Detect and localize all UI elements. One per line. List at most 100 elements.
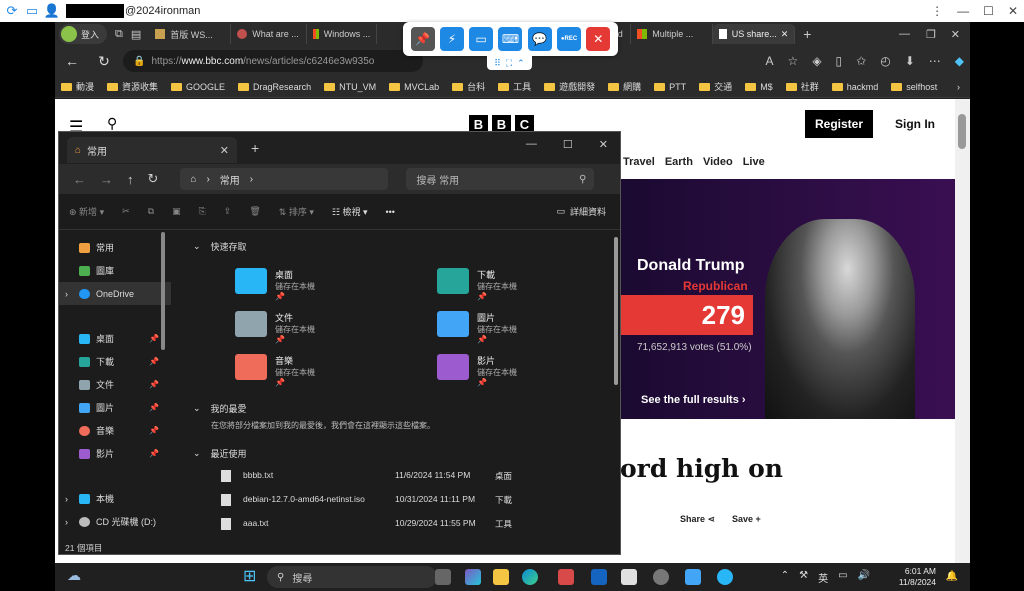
nav-travel[interactable]: Travel [623, 156, 655, 168]
collapse-icon[interactable]: ⌃ [517, 58, 525, 69]
up-icon[interactable]: ↑ [127, 172, 134, 187]
fullscreen-icon[interactable]: ⛶ [506, 58, 512, 69]
sidebar-item-gallery[interactable]: 圖庫 [59, 259, 171, 282]
new-button[interactable]: ⊕ 新增 ▾ [69, 205, 104, 218]
back-icon[interactable]: ← [61, 53, 83, 69]
bookmark-folder[interactable]: PTT [654, 82, 686, 92]
favorites-header[interactable]: ⌄ 我的最愛 [193, 402, 247, 415]
keyboard-icon[interactable]: ⌨ [498, 27, 523, 51]
chat-icon[interactable]: 💬 [527, 27, 552, 51]
bookmark-folder[interactable]: 工具 [498, 80, 531, 93]
chevron-up-icon[interactable]: ⌃ [781, 570, 789, 585]
bookmark-folder[interactable]: 交通 [699, 80, 732, 93]
chevron-right-icon[interactable]: › [65, 289, 68, 299]
refresh-icon[interactable]: ↻ [148, 171, 159, 187]
new-tab-icon[interactable]: + [251, 140, 259, 156]
close-icon[interactable]: ✕ [599, 138, 608, 151]
forward-icon[interactable]: → [100, 172, 113, 187]
split-screen-icon[interactable]: ▯ [836, 54, 843, 68]
sort-button[interactable]: ⇅ 排序 ▾ [279, 205, 314, 218]
save-button[interactable]: Save + [732, 514, 761, 524]
view-button[interactable]: ☷ 檢視 ▾ [332, 205, 368, 218]
bookmark-folder[interactable]: 動漫 [61, 80, 94, 93]
more-icon[interactable]: ⋮ [931, 4, 943, 18]
bookmark-folder[interactable]: 台科 [452, 80, 485, 93]
photos-icon[interactable] [685, 569, 701, 585]
pin-icon[interactable]: 📌 [149, 449, 159, 458]
sidebar-item-desktop[interactable]: 桌面 📌 [59, 327, 171, 350]
close-icon[interactable]: ✕ [586, 27, 611, 51]
start-icon[interactable]: ⊞ [243, 566, 256, 586]
bookmark-folder[interactable]: 資源收集 [107, 80, 158, 93]
tab-3[interactable]: Windows ... [307, 24, 378, 44]
favorite-star-icon[interactable]: ☆ [788, 54, 799, 68]
sidebar-item-home[interactable]: 常用 [59, 236, 171, 259]
settings-more-icon[interactable]: ⋯ [929, 54, 941, 68]
more-bookmarks-icon[interactable]: › [957, 82, 960, 92]
settings-icon[interactable] [653, 569, 669, 585]
sidebar-scrollbar[interactable] [161, 232, 165, 350]
copy-icon[interactable]: ⧉ [148, 206, 154, 217]
pin-icon[interactable]: 📌 [149, 426, 159, 435]
tab-1[interactable]: 首版 WS... [149, 24, 232, 44]
read-aloud-icon[interactable]: A [766, 54, 774, 68]
history-icon[interactable]: ◴ [880, 54, 890, 68]
drag-grip-icon[interactable]: ⠿ [494, 58, 501, 69]
quick-access-downloads[interactable]: 下載 儲存在本機 📌 [437, 268, 517, 301]
ime-indicator[interactable]: 英 [818, 570, 828, 585]
snipping-tool-icon[interactable] [621, 569, 637, 585]
nav-live[interactable]: Live [743, 156, 765, 168]
workspaces-icon[interactable]: ⧉ [115, 28, 123, 41]
notification-bell-icon[interactable]: 🔔 [946, 571, 958, 582]
path-field[interactable]: ⌂ › 常用 › [180, 168, 389, 190]
tab-active-bbc[interactable]: US share... ✕ [713, 24, 796, 44]
copilot-icon[interactable] [465, 569, 481, 585]
bookmark-folder[interactable]: selfhost [891, 82, 937, 92]
headline[interactable]: ord high on [620, 454, 783, 483]
refresh-icon[interactable]: ⟳ [4, 3, 20, 19]
clock[interactable]: 6:01 AM 11/8/2024 [899, 566, 936, 588]
volume-icon[interactable]: 🔊 [858, 570, 870, 585]
bookmark-folder[interactable]: 遊戲開發 [544, 80, 595, 93]
share-button[interactable]: Share ⋖ [680, 514, 715, 525]
file-explorer-icon[interactable] [493, 569, 509, 585]
nav-earth[interactable]: Earth [665, 156, 693, 168]
bookmark-folder[interactable]: GOOGLE [171, 82, 225, 92]
election-results-banner[interactable]: Donald Trump Republican 279 71,652,913 v… [615, 179, 955, 419]
quick-access-music[interactable]: 音樂 儲存在本機 📌 [235, 354, 315, 387]
share-icon[interactable]: ⇪ [224, 206, 232, 217]
pin-icon[interactable]: 📌 [149, 357, 159, 366]
network-icon[interactable]: ▭ [838, 570, 847, 585]
close-window-icon[interactable]: ✕ [951, 28, 960, 41]
downloads-icon[interactable]: ⬇ [905, 54, 915, 68]
paste-icon[interactable]: ▣ [172, 206, 181, 217]
signin-link[interactable]: Sign In [895, 117, 935, 131]
explorer-tab[interactable]: ⌂ 常用 ✕ [67, 137, 237, 163]
profile-login-button[interactable]: 登入 [59, 24, 108, 44]
pin-icon[interactable]: 📌 [410, 27, 435, 51]
monitor-icon[interactable]: ▭ [469, 27, 494, 51]
pin-icon[interactable]: 📌 [149, 380, 159, 389]
rename-icon[interactable]: ⎘ [199, 206, 206, 217]
maximize-icon[interactable]: ☐ [983, 4, 994, 18]
toolbar-drag-handle[interactable]: ⠿ ⛶ ⌃ [487, 56, 532, 70]
lightning-icon[interactable]: ⚡ [439, 27, 464, 51]
close-tab-icon[interactable]: ✕ [220, 144, 229, 157]
bookmark-folder[interactable]: MVCLab [389, 82, 439, 92]
chevron-right-icon[interactable]: › [65, 517, 68, 527]
minimize-icon[interactable]: — [899, 28, 910, 40]
scrollbar-thumb[interactable] [958, 114, 966, 149]
pin-icon[interactable]: 📌 [149, 334, 159, 343]
sidebar-item-cd-drive[interactable]: › CD 光碟機 (D:) [59, 510, 171, 533]
chevron-right-icon[interactable]: › [65, 494, 68, 504]
maximize-icon[interactable]: ☐ [563, 138, 573, 151]
bookmark-folder[interactable]: M$ [745, 82, 773, 92]
quick-access-header[interactable]: ⌄ 快速存取 [193, 240, 247, 253]
nav-video[interactable]: Video [703, 156, 733, 168]
minimize-icon[interactable]: — [957, 4, 969, 18]
close-icon[interactable]: ✕ [1008, 4, 1018, 18]
taskbar-search[interactable]: ⚲ 搜尋 [267, 566, 437, 588]
sidebar-item-documents[interactable]: 文件 📌 [59, 373, 171, 396]
quick-access-pictures[interactable]: 圖片 儲存在本機 📌 [437, 311, 517, 344]
new-tab-icon[interactable]: + [803, 26, 811, 42]
